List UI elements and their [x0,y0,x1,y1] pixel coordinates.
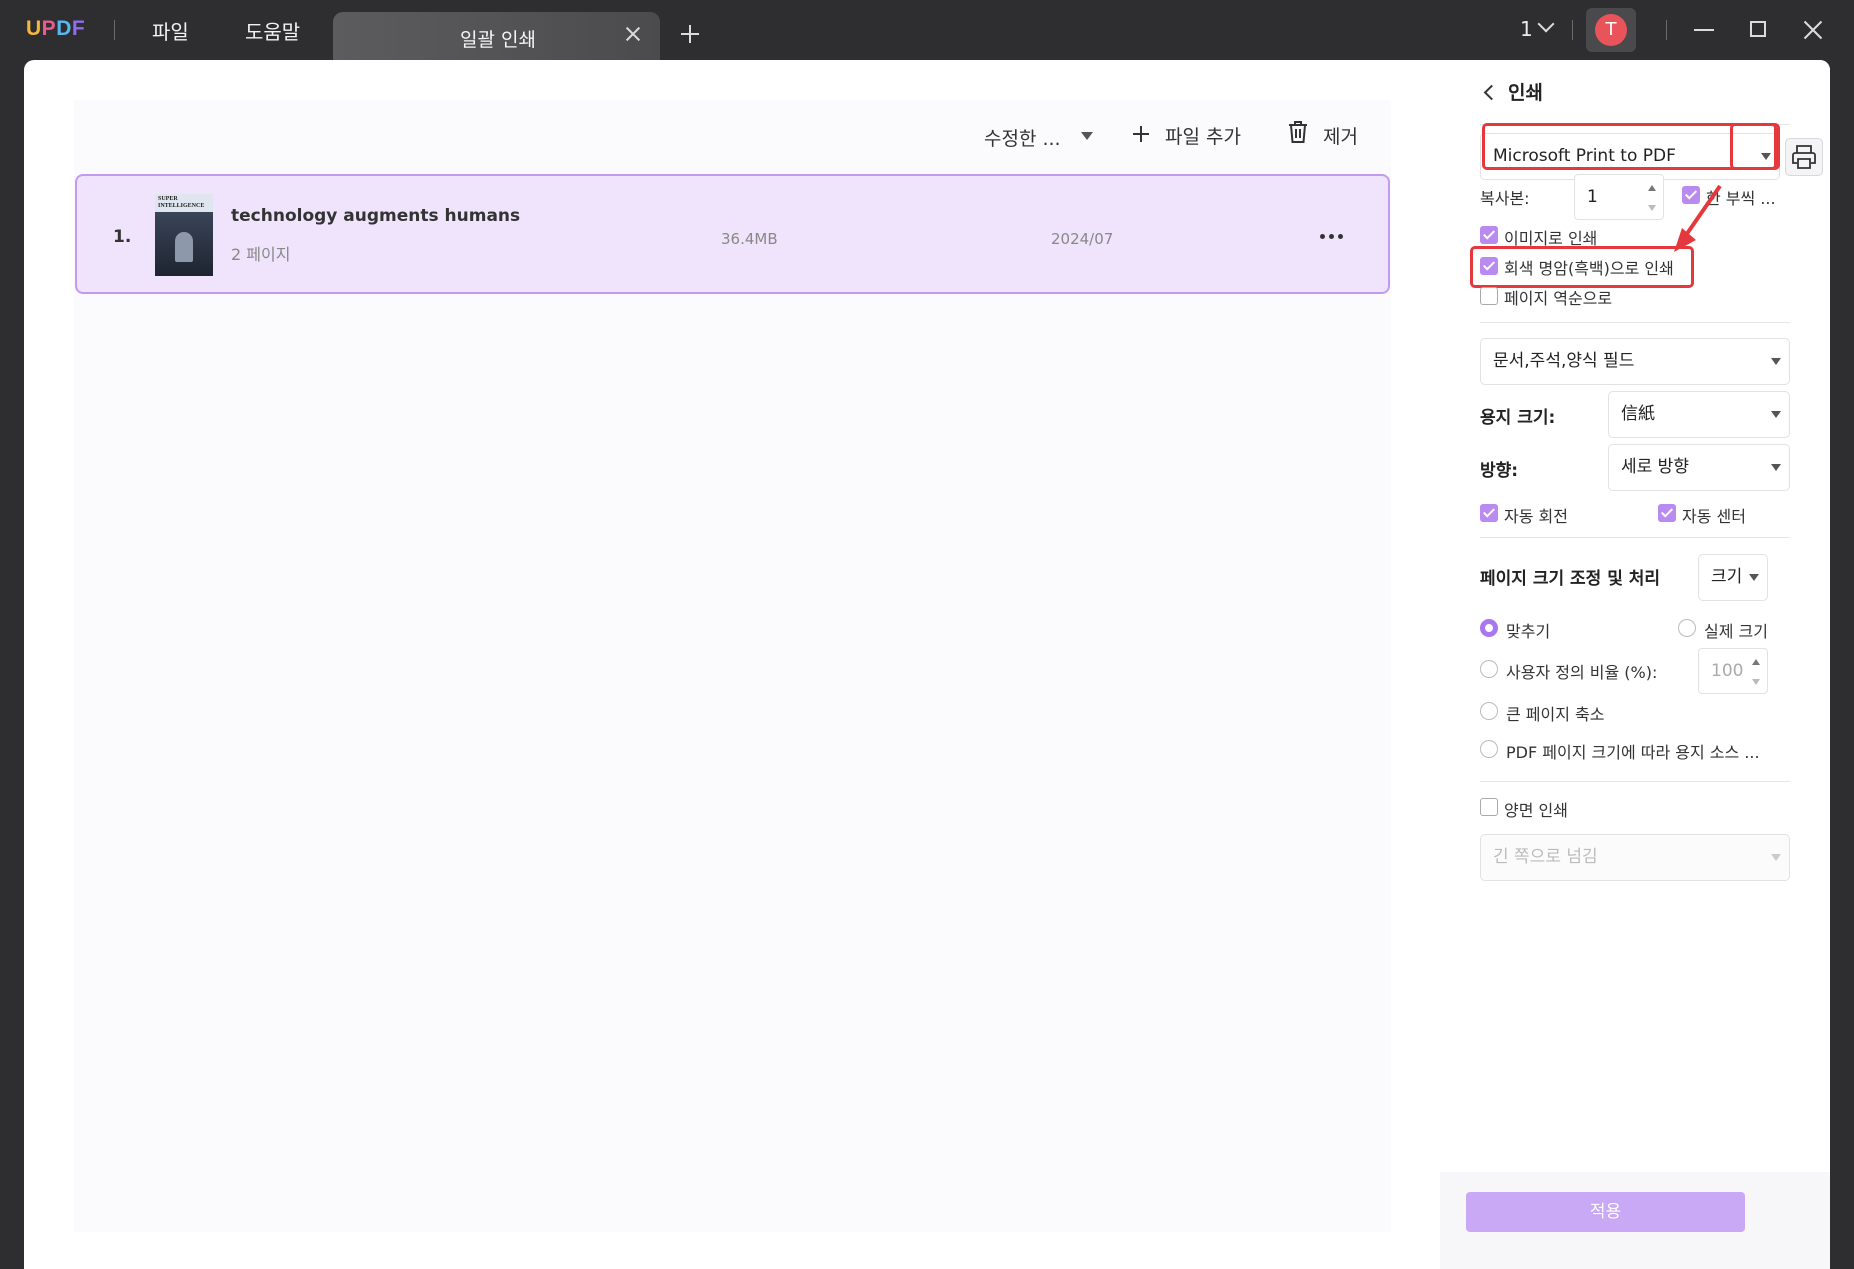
print-as-image-checkbox[interactable] [1480,226,1498,244]
caret-down-icon [1771,854,1781,861]
trash-icon[interactable] [1287,120,1309,144]
close-window-icon[interactable] [1803,20,1823,40]
reverse-pages-checkbox[interactable] [1480,287,1498,305]
title-separator [1666,20,1667,40]
divider [1480,781,1790,782]
main-window: 수정한 ... 파일 추가 제거 1. SUPER INTELLIGENCE t… [24,60,1830,1269]
printer-properties-button[interactable] [1785,138,1823,176]
row-index: 1. [113,227,132,247]
increment-icon[interactable] [1648,185,1656,191]
copies-label: 복사본: [1480,189,1530,208]
sort-dropdown[interactable]: 수정한 ... [984,124,1061,151]
scaling-select-value: 크기 [1711,567,1743,587]
printer-icon [1792,145,1816,169]
actual-size-radio[interactable] [1678,619,1696,637]
shrink-large-label: 큰 페이지 축소 [1506,705,1605,724]
content-select-value: 문서,주석,양식 필드 [1493,351,1635,371]
app-logo[interactable]: UPDF [26,17,85,41]
printer-button-highlight-box [1730,123,1780,170]
title-bar: UPDF 파일 도움말 일괄 인쇄 1 T [0,0,1854,60]
file-date: 2024/07 [1051,230,1114,248]
more-options-icon[interactable] [1320,234,1344,240]
remove-button[interactable]: 제거 [1323,122,1358,149]
annotation-arrow-icon [1674,184,1722,252]
flip-select[interactable]: 긴 쪽으로 넘김 [1480,834,1790,881]
caret-down-icon[interactable] [1081,132,1093,140]
caret-down-icon [1771,411,1781,418]
chevron-down-icon[interactable] [1537,15,1555,33]
paper-source-radio[interactable] [1480,740,1498,758]
panel-title: 인쇄 [1508,82,1543,104]
auto-rotate-label: 자동 회전 [1504,507,1568,526]
file-pages: 2 페이지 [231,245,291,264]
file-row[interactable]: 1. SUPER INTELLIGENCE technology augment… [75,174,1390,294]
increment-icon[interactable] [1752,659,1760,665]
file-name: technology augments humans [231,206,521,226]
reverse-pages-label: 페이지 역순으로 [1504,289,1613,308]
divider [1480,322,1790,323]
orientation-value: 세로 방향 [1621,457,1689,477]
minimize-icon[interactable] [1694,29,1714,31]
paper-size-select[interactable]: 信紙 [1608,391,1790,438]
copies-stepper[interactable]: 1 [1574,174,1664,220]
custom-scale-label: 사용자 정의 비율 (%): [1506,663,1658,682]
thumbnail-title: SUPER INTELLIGENCE [158,196,205,209]
close-tab-icon[interactable] [624,25,642,43]
auto-center-checkbox[interactable] [1658,504,1676,522]
custom-scale-value: 100 [1711,661,1744,681]
new-tab-icon[interactable] [679,23,701,45]
content-select[interactable]: 문서,주석,양식 필드 [1480,338,1790,385]
tab-batch-print[interactable]: 일괄 인쇄 [333,12,660,60]
actual-size-label: 실제 크기 [1704,622,1768,641]
print-panel: 인쇄 Microsoft Print to PDF 복사본: 1 한 부씩 ..… [1440,60,1830,1269]
thumbnail-figure [175,232,193,262]
page-count[interactable]: 1 [1520,17,1533,41]
plus-icon[interactable] [1133,126,1149,142]
scaling-label: 페이지 크기 조정 및 처리 [1480,569,1661,589]
menu-file[interactable]: 파일 [152,16,189,45]
apply-button[interactable]: 적용 [1466,1192,1745,1232]
scaling-select[interactable]: 크기 [1698,554,1768,601]
caret-down-icon [1749,574,1759,581]
grayscale-highlight-box [1470,246,1694,288]
fit-label: 맞추기 [1506,622,1551,641]
title-separator [114,20,115,40]
copies-value: 1 [1587,187,1598,207]
orientation-label: 방향: [1480,461,1519,481]
auto-center-label: 자동 센터 [1682,507,1746,526]
panel-footer: 적용 [1440,1172,1830,1269]
add-file-button[interactable]: 파일 추가 [1165,122,1241,149]
orientation-select[interactable]: 세로 방향 [1608,444,1790,491]
shrink-large-radio[interactable] [1480,702,1498,720]
decrement-icon[interactable] [1752,679,1760,685]
caret-down-icon [1771,358,1781,365]
file-size: 36.4MB [721,230,778,248]
caret-down-icon [1771,464,1781,471]
back-icon[interactable] [1483,84,1500,101]
auto-rotate-checkbox[interactable] [1480,504,1498,522]
duplex-checkbox[interactable] [1480,798,1498,816]
avatar: T [1595,14,1627,46]
account-button[interactable]: T [1586,8,1636,52]
duplex-label: 양면 인쇄 [1504,801,1568,820]
menu-help[interactable]: 도움말 [245,16,300,45]
title-separator [1572,20,1573,40]
paper-size-value: 信紙 [1621,404,1655,424]
divider [1480,537,1790,538]
custom-scale-stepper[interactable]: 100 [1698,648,1768,694]
decrement-icon[interactable] [1648,205,1656,211]
paper-size-label: 용지 크기: [1480,408,1556,428]
maximize-icon[interactable] [1750,21,1766,37]
paper-source-label: PDF 페이지 크기에 따라 용지 소스 ... [1506,743,1760,762]
file-thumbnail: SUPER INTELLIGENCE [155,194,213,276]
flip-select-value: 긴 쪽으로 넘김 [1493,847,1598,867]
fit-radio[interactable] [1480,619,1498,637]
custom-scale-radio[interactable] [1480,660,1498,678]
tab-label: 일괄 인쇄 [460,29,536,51]
